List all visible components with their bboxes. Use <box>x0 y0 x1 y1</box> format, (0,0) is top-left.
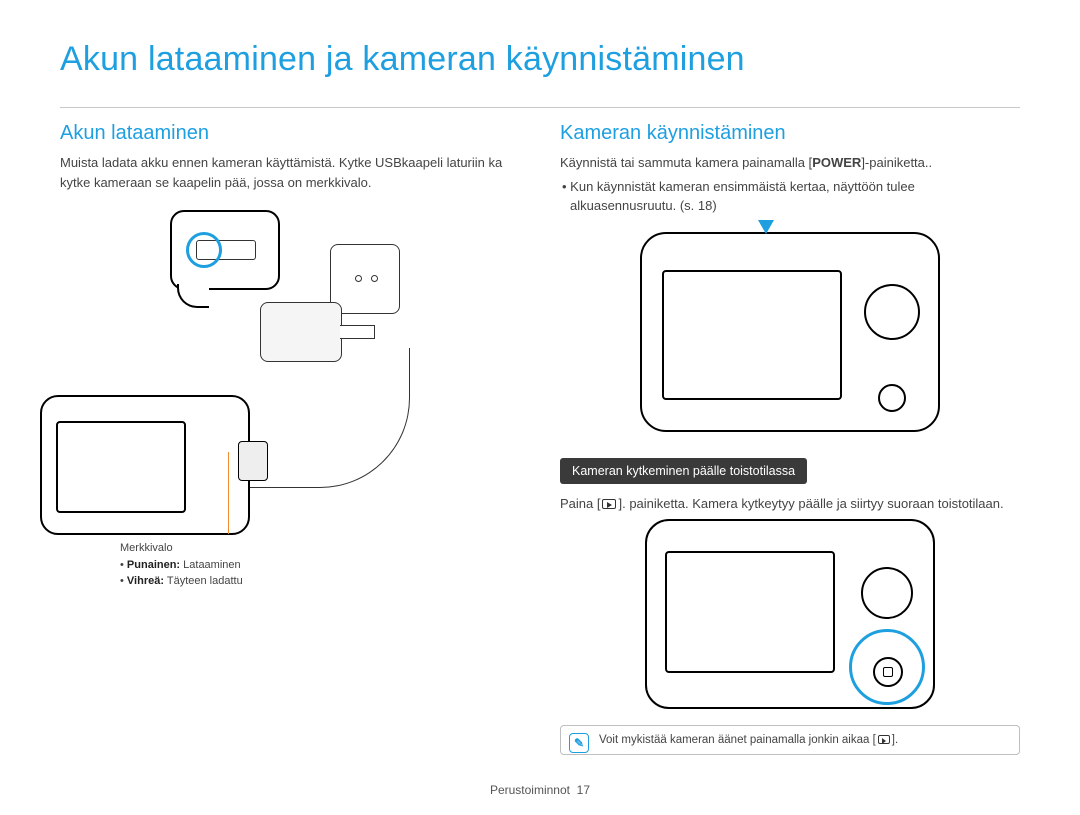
left-paragraph: Muista ladata akku ennen kameran käyttäm… <box>60 153 520 192</box>
camera-back-icon <box>40 395 250 535</box>
power-arrow-icon <box>758 220 774 234</box>
left-heading: Akun lataaminen <box>60 122 520 145</box>
legend-red: • Punainen: Lataaminen <box>120 557 243 574</box>
usb-callout-bubble <box>170 210 280 290</box>
note-icon: ✎ <box>569 733 589 753</box>
press-paragraph: Paina []. painiketta. Kamera kytkeytyy p… <box>560 494 1020 514</box>
right-bullet: Kun käynnistät kameran ensimmäistä kerta… <box>560 177 1020 216</box>
legend-green: • Vihreä: Täyteen ladattu <box>120 573 243 590</box>
led-legend: Merkkivalo • Punainen: Lataaminen • Vihr… <box>120 540 243 590</box>
highlight-ring-icon <box>186 232 222 268</box>
right-column: Kameran käynnistäminen Käynnistä tai sam… <box>560 122 1020 755</box>
right-heading: Kameran käynnistäminen <box>560 122 1020 145</box>
right-paragraph: Käynnistä tai sammuta kamera painamalla … <box>560 153 1020 173</box>
subsection-band: Kameran kytkeminen päälle toistotilassa <box>560 458 807 484</box>
camera-power-illustration <box>640 232 940 432</box>
charging-illustration: Merkkivalo • Punainen: Lataaminen • Vihr… <box>60 210 500 570</box>
playback-icon <box>878 735 890 744</box>
legend-title: Merkkivalo <box>120 540 243 557</box>
highlight-ring-icon <box>849 629 925 705</box>
page-title: Akun lataaminen ja kameran käynnistämine… <box>60 40 1020 79</box>
playback-icon <box>602 499 616 509</box>
left-column: Akun lataaminen Muista ladata akku ennen… <box>60 122 520 755</box>
led-pointer-line <box>228 452 229 534</box>
divider <box>60 107 1020 108</box>
page-footer: Perustoiminnot 17 <box>0 783 1080 797</box>
note-box: ✎ Voit mykistää kameran äänet painamalla… <box>560 725 1020 755</box>
wall-socket-icon <box>330 244 400 314</box>
camera-playback-illustration <box>645 519 935 709</box>
